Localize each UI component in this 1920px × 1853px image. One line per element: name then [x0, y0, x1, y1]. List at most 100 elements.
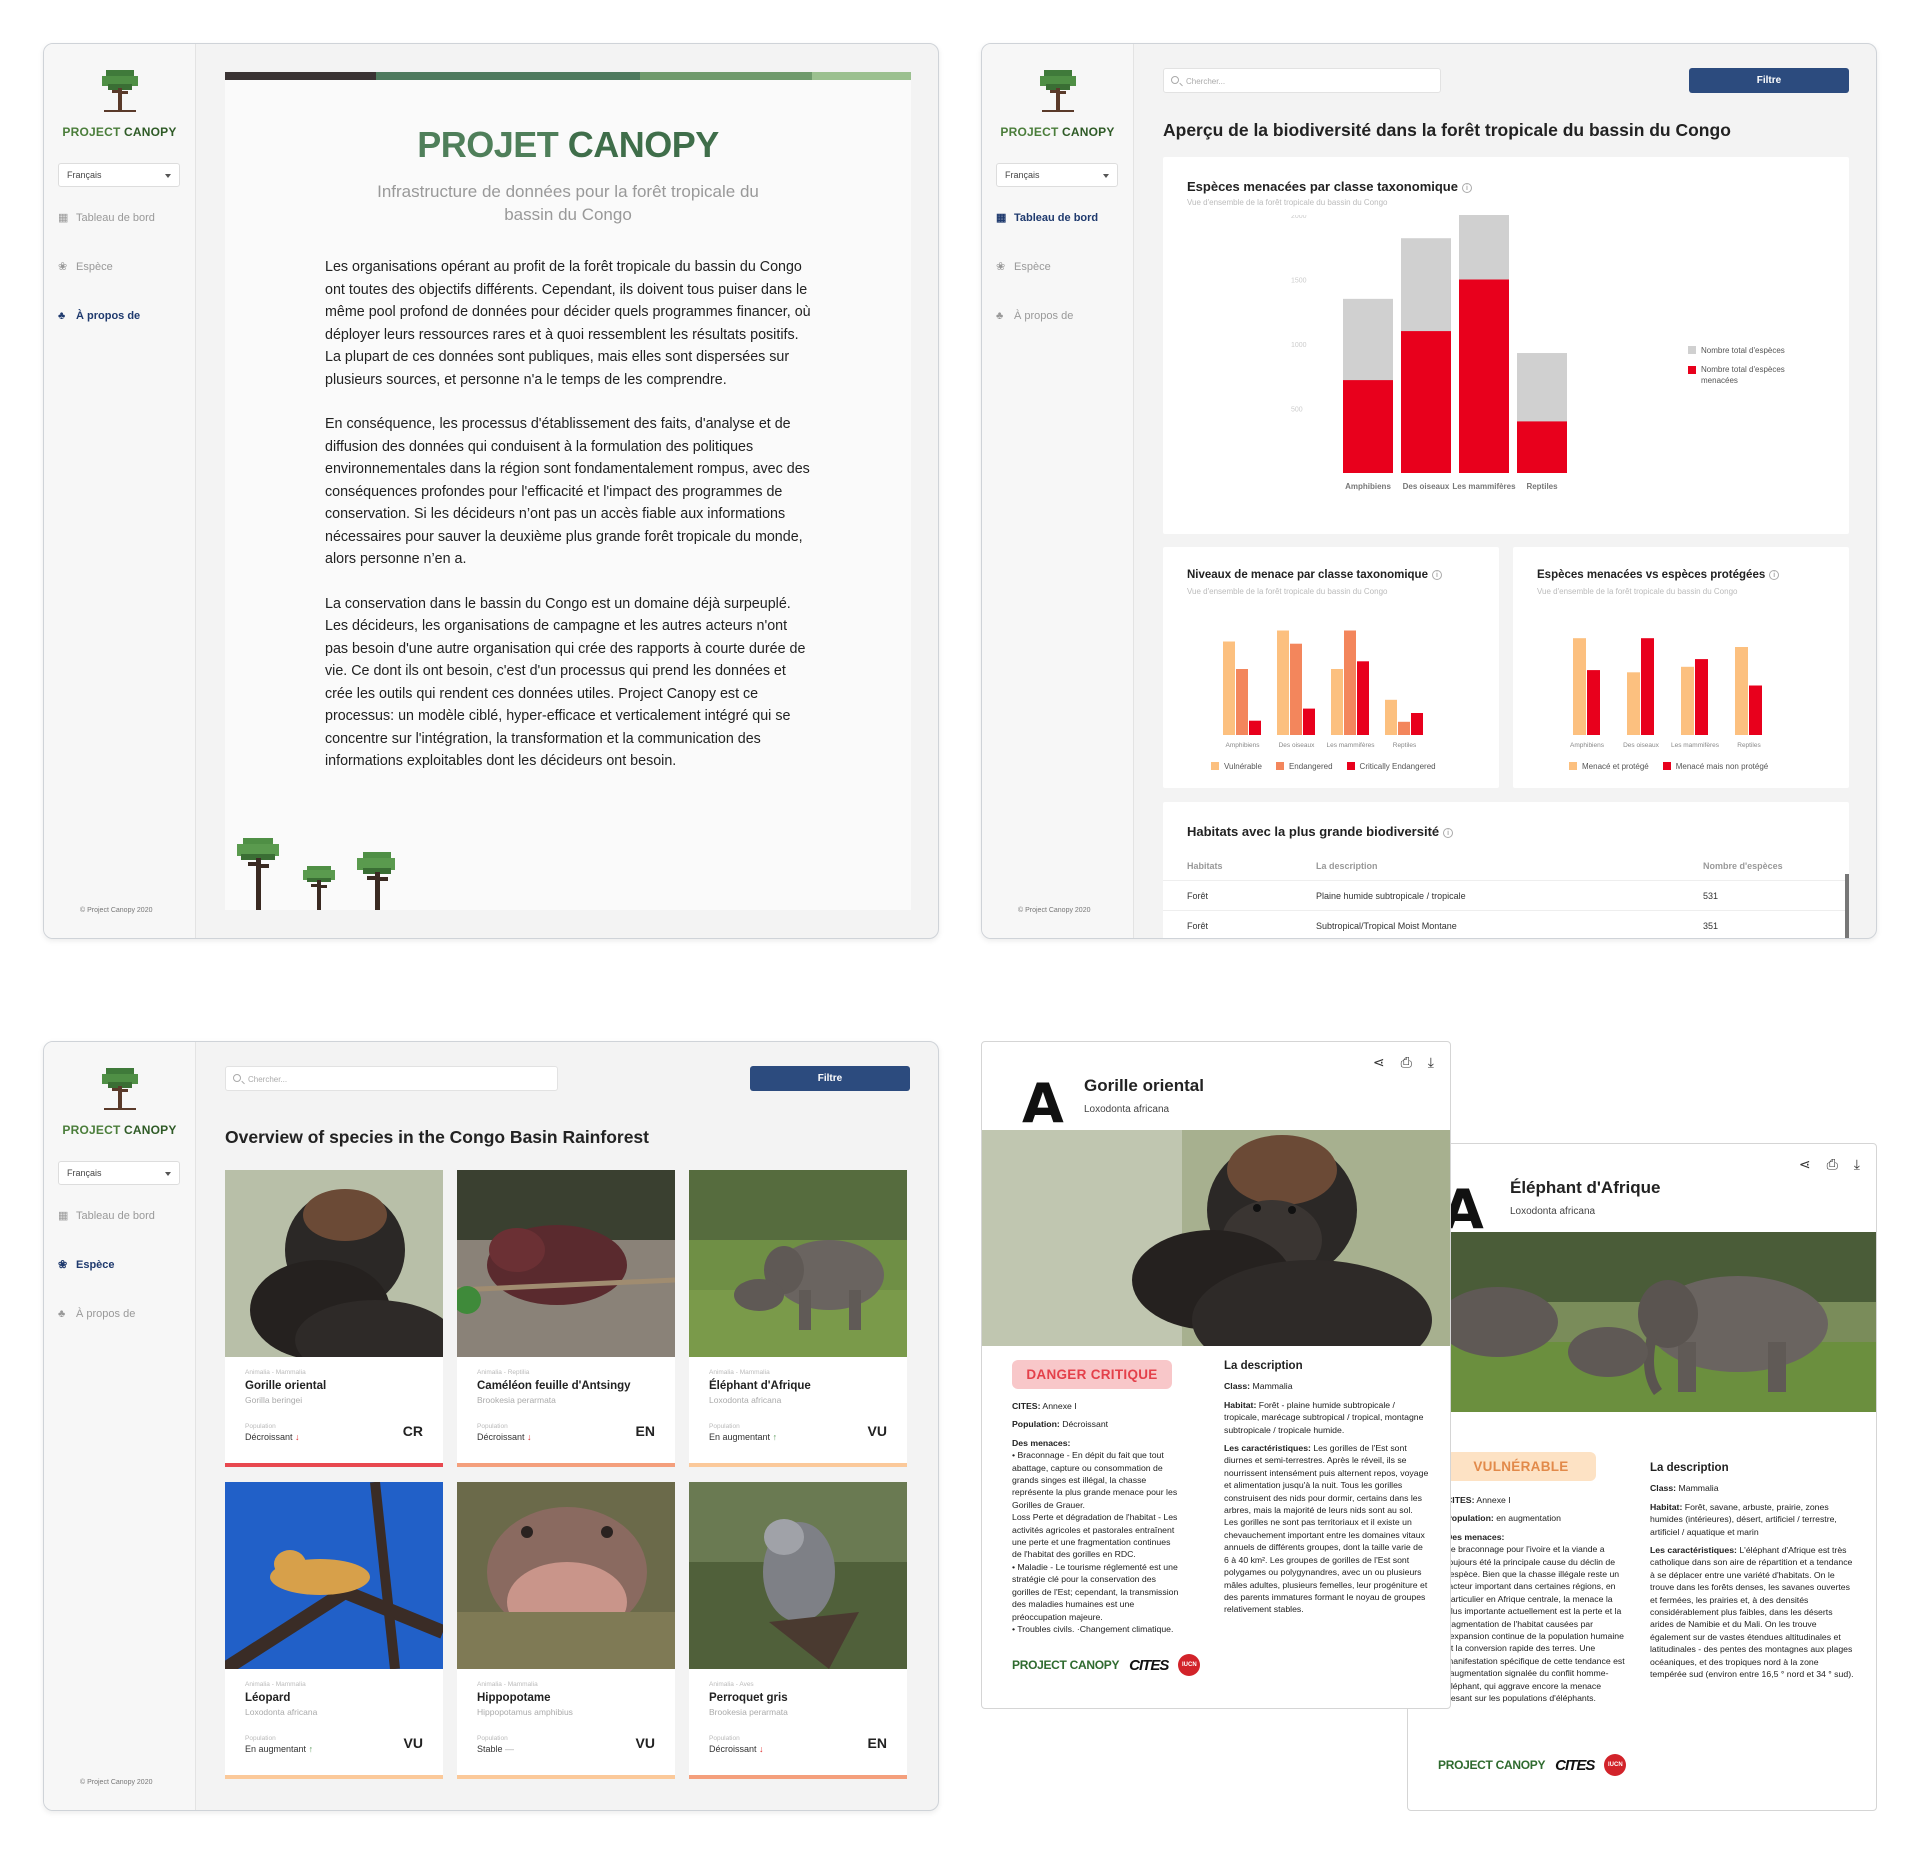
nav-species[interactable]: ❀ Espèce [58, 1259, 115, 1271]
info-icon[interactable]: i [1431, 570, 1442, 580]
nav-label: Tableau de bord [76, 1210, 155, 1222]
share-icon[interactable]: ⋖ [1373, 1054, 1385, 1071]
language-select[interactable]: Français [996, 163, 1118, 187]
canopy-tree-icon [101, 1068, 138, 1110]
description-column: La description Class: Mammalia Habitat: … [1650, 1462, 1854, 1680]
column-header: Habitats [1187, 861, 1223, 871]
page-title: Aperçu de la biodiversité dans la forêt … [1163, 120, 1731, 140]
chart-subtitle: Vue d'ensemble de la forêt tropicale du … [1187, 198, 1388, 207]
brand-name: PROJECT CANOPY [1000, 125, 1115, 139]
x-tick-label: Amphibiens [1570, 742, 1605, 749]
filter-button[interactable]: Filtre [1689, 68, 1849, 93]
species-screen: PROJECT CANOPY Français ▦ Tableau de bord… [43, 1041, 939, 1811]
print-icon[interactable]: ⎙ [1827, 1156, 1838, 1173]
tree-icon: ♣ [996, 309, 1004, 322]
status-badge: VULNÉRABLE [1446, 1452, 1596, 1481]
nav-dashboard[interactable]: ▦ Tableau de bord [58, 212, 155, 224]
species-card[interactable]: Animalia - Mammalia Léopard Loxodonta afri… [225, 1482, 443, 1779]
status-code: VU [867, 1423, 887, 1439]
info-icon[interactable]: i [1461, 183, 1472, 193]
nav-species[interactable]: ❀ Espèce [58, 261, 113, 273]
species-card[interactable]: Animalia - Reptilia Caméléon feuille d'An… [457, 1170, 675, 1467]
download-icon[interactable]: ⤓ [1428, 1054, 1434, 1071]
brand-logo[interactable]: PROJECT CANOPY [44, 1064, 195, 1137]
x-tick-label: Les mammifères [1671, 742, 1720, 749]
nav-label: Tableau de bord [1014, 212, 1099, 224]
search-input[interactable]: Chercher... [225, 1066, 558, 1091]
cell: Plaine humide subtropicale / tropicale [1316, 891, 1466, 901]
table-row[interactable]: Forêt Plaine humide subtropicale / tropi… [1163, 881, 1849, 911]
status-bar [457, 1463, 675, 1467]
status-code: VU [403, 1735, 423, 1751]
threats-text: Le braconnage pour l'ivoire et la viande… [1446, 1544, 1625, 1704]
y-tick-label: 500 [1291, 407, 1303, 414]
brand-logo[interactable]: PROJECT CANOPY [982, 66, 1133, 139]
population-label: Population [477, 1423, 508, 1430]
column-header: La description [1316, 861, 1378, 871]
paw-icon: ❀ [58, 1258, 68, 1271]
bar [1573, 638, 1586, 735]
nav-label: Espèce [76, 261, 113, 273]
bar [1411, 713, 1423, 735]
species-card[interactable]: Animalia - Mammalia Éléphant d'Afrique Lox… [689, 1170, 907, 1467]
species-photo [225, 1482, 443, 1669]
status-code: EN [635, 1423, 655, 1439]
nav-about[interactable]: ♣ À propos de [58, 1308, 135, 1320]
legend-item: Menacé mais non protégé [1662, 761, 1768, 772]
bar [1587, 670, 1600, 735]
population-label: Population [709, 1735, 740, 1742]
table-row[interactable]: Forêt Subtropical/Tropical Moist Montane… [1163, 911, 1849, 938]
protected-chart-card: Espèces menacées vs espèces protégées i V… [1513, 547, 1849, 788]
table-title: Habitats avec la plus grande biodiversit… [1187, 824, 1454, 839]
legend-item: Nombre total d'espèces menacées [1688, 364, 1811, 386]
species-name: Éléphant d'Afrique [1510, 1178, 1661, 1197]
x-tick-label: Des oiseaux [1279, 742, 1316, 749]
sidebar: PROJECT CANOPY Français ▦ Tableau de bord… [44, 1042, 196, 1810]
filter-button[interactable]: Filtre [750, 1066, 910, 1091]
language-select[interactable]: Français [58, 163, 180, 187]
population-label: Population [477, 1735, 508, 1742]
gorilla-factsheet: A Gorille oriental Loxodonta africana ⋖ ⎙… [981, 1041, 1451, 1709]
print-icon[interactable]: ⎙ [1401, 1054, 1412, 1071]
x-tick-label: Des oiseaux [1623, 742, 1660, 749]
threatened-chart-card: Espèces menacées par classe taxonomique i… [1163, 157, 1849, 534]
nav-dashboard[interactable]: ▦ Tableau de bord [58, 1210, 155, 1222]
species-card[interactable]: Animalia - Mammalia Gorille oriental Goril… [225, 1170, 443, 1467]
about-screen: PROJECT CANOPY Français ▦ Tableau de bord… [43, 43, 939, 939]
scientific-name: Loxodonta africana [1084, 1104, 1170, 1115]
nav-species[interactable]: ❀ Espèce [996, 261, 1051, 273]
info-icon[interactable]: i [1443, 828, 1454, 838]
bar [1344, 630, 1356, 735]
species-card[interactable]: Animalia - Aves Perroquet gris Brookesia p… [689, 1482, 907, 1779]
bar [1223, 641, 1235, 735]
description-column: La description Class: Mammalia Habitat: … [1224, 1360, 1429, 1615]
bar [1641, 638, 1654, 735]
species-name: Éléphant d'Afrique [709, 1380, 811, 1392]
download-icon[interactable]: ⤓ [1854, 1156, 1860, 1173]
bar [1749, 685, 1762, 735]
chart-subtitle: Vue d'ensemble de la forêt tropicale du … [1537, 587, 1738, 596]
brand-logo[interactable]: PROJECT CANOPY [44, 66, 195, 139]
scrollbar[interactable] [1845, 874, 1849, 938]
share-icon[interactable]: ⋖ [1799, 1156, 1811, 1173]
scientific-name: Hippopotamus amphibius [477, 1707, 573, 1717]
chevron-down-icon [165, 1172, 171, 1176]
nav-dashboard[interactable]: ▦ Tableau de bord [996, 212, 1098, 224]
cites-logo: CITES [1129, 1656, 1169, 1674]
y-tick-label: 1500 [1291, 278, 1307, 285]
scientific-name: Loxodonta africana [245, 1707, 318, 1717]
bar [1290, 643, 1302, 735]
species-card[interactable]: Animalia - Mammalia Hippopotame Hippopotam… [457, 1482, 675, 1779]
nav-about[interactable]: ♣ À propos de [996, 310, 1073, 322]
species-name: Gorille oriental [1084, 1076, 1204, 1095]
info-icon[interactable]: i [1769, 570, 1780, 580]
page-subtitle: Infrastructure de données pour la forêt … [377, 182, 759, 224]
population-label: Population [245, 1735, 276, 1742]
search-input[interactable]: Chercher... [1163, 68, 1441, 93]
nav-about[interactable]: ♣ À propos de [58, 310, 140, 322]
status-code: EN [867, 1735, 887, 1751]
search-icon [233, 1074, 241, 1082]
project-canopy-logo: PROJECT CANOPY [1438, 1758, 1546, 1772]
column-header: Nombre d'espèces [1703, 861, 1783, 871]
language-select[interactable]: Français [58, 1161, 180, 1185]
